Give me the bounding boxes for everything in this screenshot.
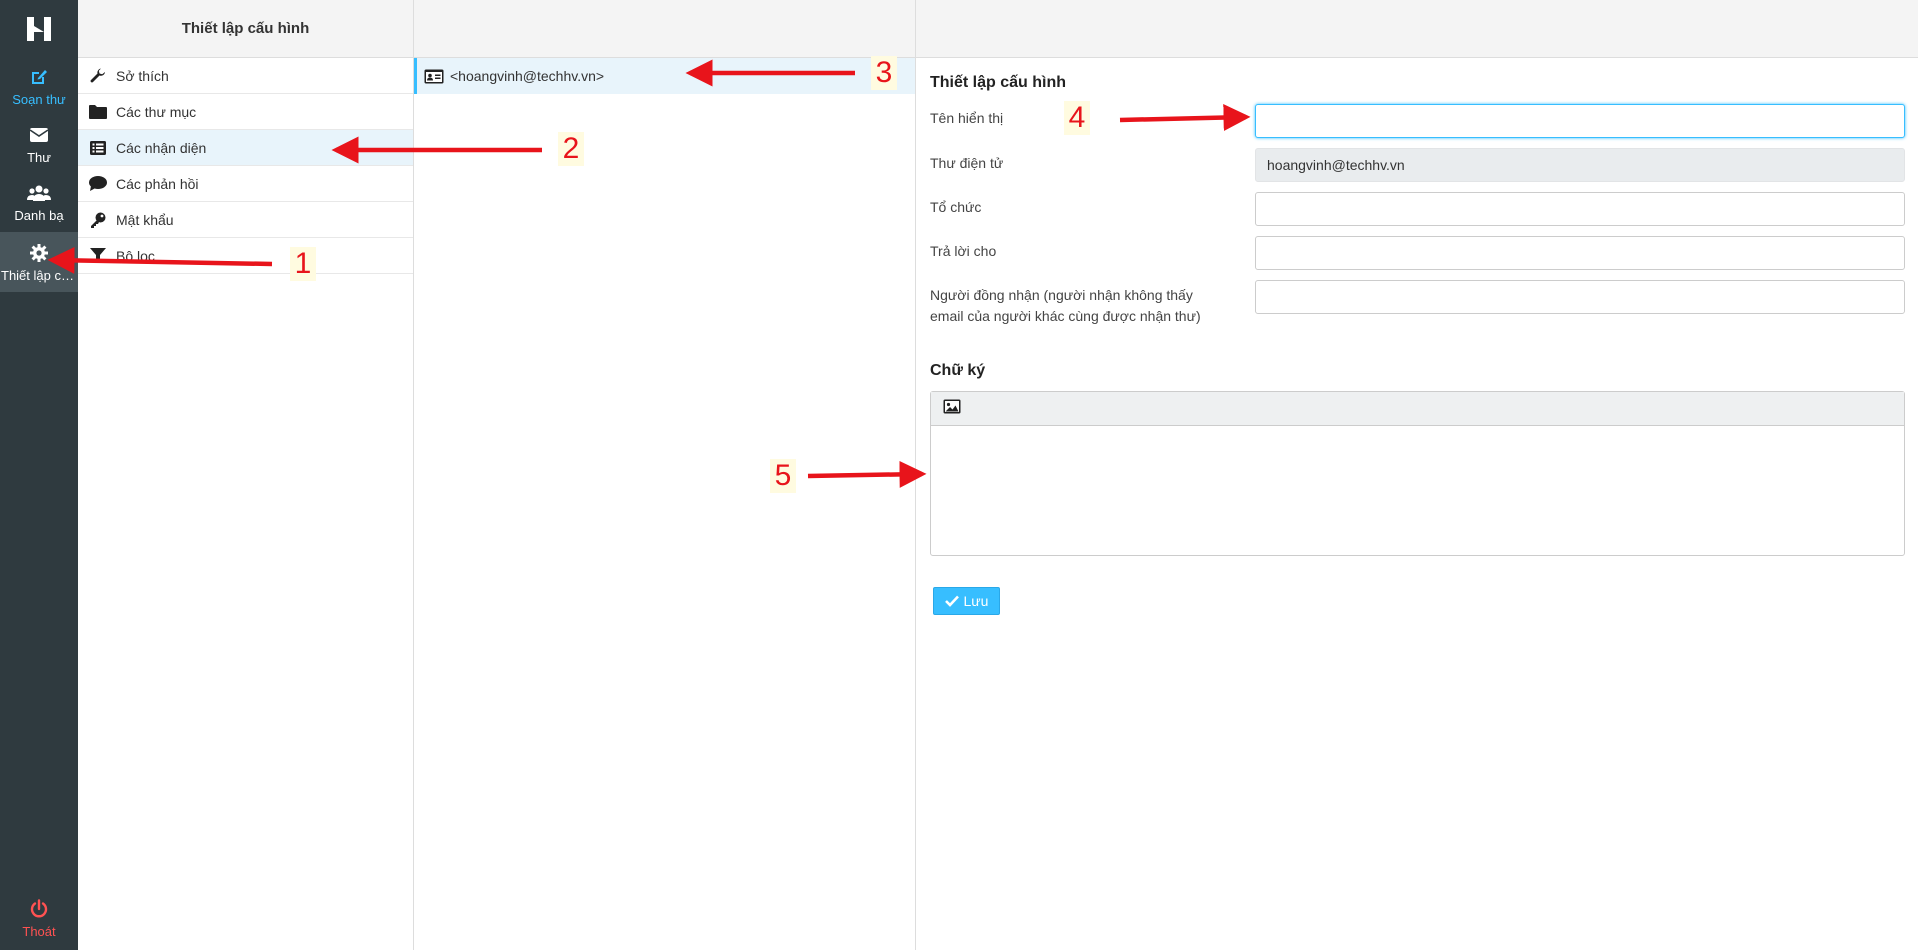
nav-contacts[interactable]: Danh bạ — [0, 174, 78, 230]
section-label: Các phản hồi — [116, 175, 199, 192]
nav-mail[interactable]: Thư — [0, 116, 78, 172]
section-preferences[interactable]: Sở thích — [78, 58, 413, 94]
display-name-input[interactable] — [1255, 104, 1905, 138]
logo-icon[interactable] — [0, 6, 78, 52]
section-label: Các thư mục — [116, 103, 197, 120]
comment-icon — [88, 176, 108, 191]
envelope-icon — [29, 124, 49, 146]
annotation-number-5: 5 — [770, 459, 796, 493]
nav-logout-label: Thoát — [22, 923, 56, 939]
organization-input[interactable] — [1255, 192, 1905, 226]
annotation-number-3: 3 — [871, 56, 897, 90]
nav-settings[interactable]: Thiết lập cấ... — [0, 232, 78, 292]
id-list-icon — [88, 140, 108, 155]
section-filters[interactable]: Bộ lọc — [78, 238, 413, 274]
identities-list-panel: <hoangvinh@techhv.vn> — [414, 0, 916, 950]
section-label: Các nhận diện — [116, 139, 207, 156]
insert-image-icon[interactable] — [943, 399, 961, 419]
reply-to-label: Trả lời cho — [930, 243, 997, 259]
nav-logout[interactable]: Thoát — [0, 890, 78, 946]
email-label: Thư điện tử — [930, 155, 1004, 171]
email-field — [1255, 148, 1905, 182]
form-title: Thiết lập cấu hình — [930, 74, 1067, 91]
annotation-number-2: 2 — [558, 132, 584, 166]
filter-icon — [88, 247, 108, 264]
settings-panel-title: Thiết lập cấu hình — [78, 0, 413, 58]
save-button-label: Lưu — [963, 593, 989, 609]
compose-icon — [29, 66, 49, 88]
folder-icon — [88, 104, 108, 119]
nav-rail: Soạn thư Thư Danh bạ Thiết lập cấ... Tho… — [0, 0, 78, 950]
wrench-icon — [88, 68, 108, 84]
organization-label: Tổ chức — [930, 199, 982, 215]
users-icon — [27, 182, 51, 204]
identities-list-header — [414, 0, 915, 58]
identity-item[interactable]: <hoangvinh@techhv.vn> — [414, 58, 915, 94]
nav-settings-label: Thiết lập cấ... — [1, 267, 77, 283]
identity-item-label: <hoangvinh@techhv.vn> — [450, 68, 605, 84]
bcc-input[interactable] — [1255, 280, 1905, 314]
save-button[interactable]: Lưu — [933, 587, 1000, 615]
signature-editor[interactable] — [930, 391, 1905, 556]
signature-toolbar — [931, 392, 1904, 426]
section-identities[interactable]: Các nhận diện — [78, 130, 413, 166]
nav-compose[interactable]: Soạn thư — [0, 58, 78, 114]
form-header-bar — [916, 0, 1918, 58]
nav-compose-label: Soạn thư — [12, 91, 66, 107]
gear-icon — [29, 242, 49, 264]
identity-form-panel: Thiết lập cấu hình Tên hiển thị Thư điện… — [916, 0, 1918, 950]
section-folders[interactable]: Các thư mục — [78, 94, 413, 130]
settings-sections-panel: Thiết lập cấu hình Sở thích Các thư mục … — [78, 0, 414, 950]
section-label: Bộ lọc — [116, 247, 155, 264]
bcc-label: Người đồng nhận (người nhận không thấy e… — [930, 287, 1201, 324]
section-responses[interactable]: Các phản hồi — [78, 166, 413, 202]
check-icon — [944, 595, 959, 607]
signature-title: Chữ ký — [930, 362, 986, 379]
id-card-icon — [424, 69, 444, 84]
nav-contacts-label: Danh bạ — [14, 207, 64, 223]
key-icon — [88, 212, 108, 228]
annotation-number-1: 1 — [290, 247, 316, 281]
power-icon — [29, 898, 49, 920]
section-label: Mật khẩu — [116, 211, 174, 228]
annotation-number-4: 4 — [1064, 101, 1090, 135]
reply-to-input[interactable] — [1255, 236, 1905, 270]
section-label: Sở thích — [116, 67, 169, 84]
section-password[interactable]: Mật khẩu — [78, 202, 413, 238]
nav-mail-label: Thư — [27, 149, 51, 165]
